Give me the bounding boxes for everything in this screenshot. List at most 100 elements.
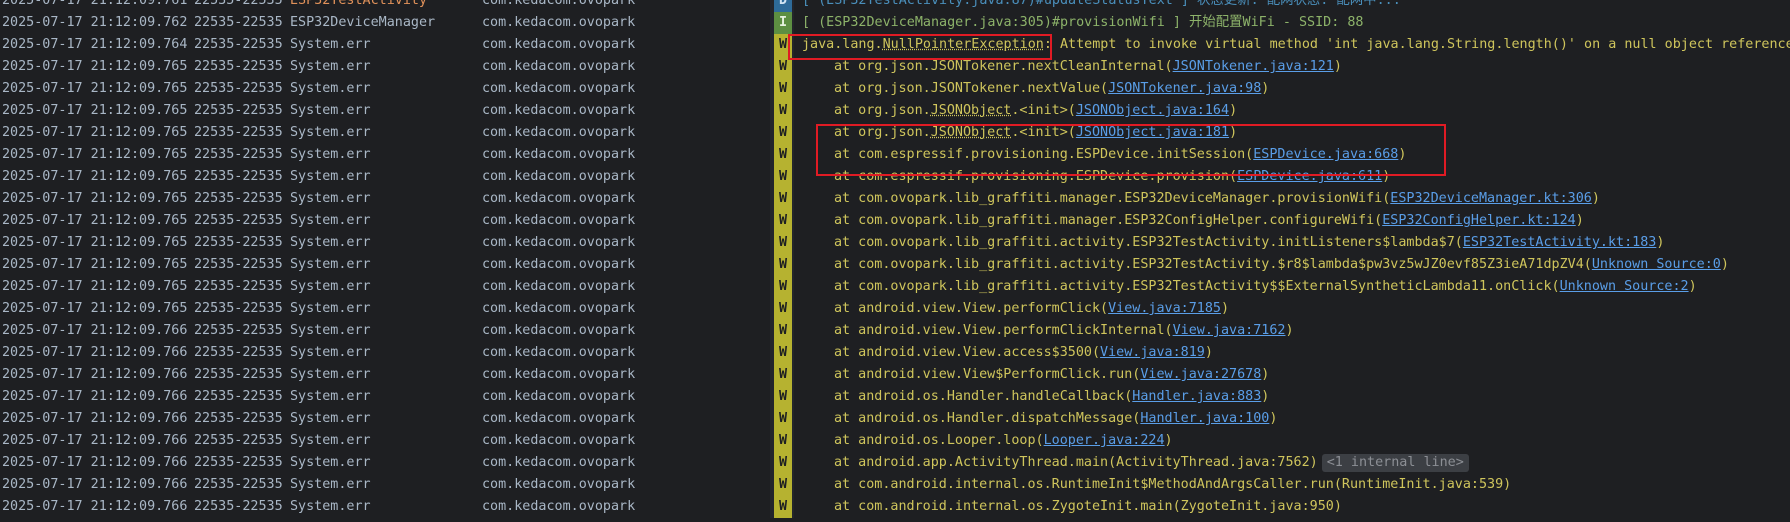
log-message: at org.json.JSONTokener.nextValue(JSONTo… [802, 78, 1269, 100]
message-text: at android.view.View$PerformClick.run( [834, 367, 1141, 382]
source-link[interactable]: JSONObject.java:164 [1076, 103, 1229, 118]
source-link[interactable]: Unknown Source:2 [1560, 279, 1689, 294]
log-package: com.kedacom.ovopark [482, 103, 636, 118]
message-text: ) [1720, 257, 1729, 272]
log-package: com.kedacom.ovopark [482, 81, 636, 96]
log-message: at com.ovopark.lib_graffiti.manager.ESP3… [802, 210, 1584, 232]
log-pid: 22535-22535 [194, 235, 283, 250]
log-row[interactable]: 2025-07-17 21:12:09.761 22535-22535 ESP32T… [0, 0, 1790, 12]
message-text: ) [1261, 367, 1270, 382]
log-message: at org.json.JSONObject.<init>(JSONObject… [802, 122, 1237, 144]
log-row[interactable]: 2025-07-17 21:12:09.765 22535-22535 System… [0, 232, 1790, 254]
log-row[interactable]: 2025-07-17 21:12:09.765 22535-22535 System… [0, 188, 1790, 210]
log-row[interactable]: 2025-07-17 21:12:09.765 22535-22535 System… [0, 122, 1790, 144]
log-level-badge: W [774, 144, 792, 166]
message-text: at android.os.Handler.handleCallback( [834, 389, 1133, 404]
log-level-badge: W [774, 254, 792, 276]
log-row[interactable]: 2025-07-17 21:12:09.762 22535-22535 ESP32D… [0, 12, 1790, 34]
log-row[interactable]: 2025-07-17 21:12:09.765 22535-22535 System… [0, 210, 1790, 232]
log-message: at android.os.Looper.loop(Looper.java:22… [802, 430, 1173, 452]
message-text: ) [1220, 301, 1230, 316]
source-link[interactable]: View.java:7185 [1108, 301, 1221, 316]
log-row[interactable]: 2025-07-17 21:12:09.766 22535-22535 System… [0, 408, 1790, 430]
log-message: at com.android.internal.os.RuntimeInit$M… [802, 474, 1511, 496]
log-message: java.lang.NullPointerException: Attempt … [802, 34, 1790, 56]
log-row[interactable]: 2025-07-17 21:12:09.766 22535-22535 System… [0, 342, 1790, 364]
log-pid: 22535-22535 [194, 499, 283, 514]
message-text: at org.json.JSONTokener.nextValue( [834, 81, 1109, 96]
source-link[interactable]: Handler.java:883 [1132, 389, 1261, 404]
message-text: ) [1382, 169, 1391, 184]
log-message: at android.app.ActivityThread.main(Activ… [802, 452, 1469, 474]
log-row[interactable]: 2025-07-17 21:12:09.765 22535-22535 System… [0, 298, 1790, 320]
log-level-badge: W [774, 210, 792, 232]
source-link[interactable]: JSONTokener.java:98 [1108, 81, 1261, 96]
source-link[interactable]: View.java:819 [1100, 345, 1205, 360]
log-package: com.kedacom.ovopark [482, 213, 636, 228]
log-row[interactable]: 2025-07-17 21:12:09.766 22535-22535 System… [0, 452, 1790, 474]
source-link[interactable]: ESPDevice.java:668 [1253, 147, 1398, 162]
log-pid: 22535-22535 [194, 15, 283, 30]
log-row[interactable]: 2025-07-17 21:12:09.764 22535-22535 System… [0, 34, 1790, 56]
log-timestamp: 2025-07-17 21:12:09.765 [2, 147, 188, 162]
message-text: at org.json. [834, 125, 931, 140]
log-timestamp: 2025-07-17 21:12:09.764 [2, 37, 188, 52]
source-link[interactable]: ESPDevice.java:611 [1237, 169, 1382, 184]
message-text: ) [1398, 147, 1407, 162]
log-tag: System.err [290, 59, 371, 74]
log-tag: System.err [290, 433, 371, 448]
log-package: com.kedacom.ovopark [482, 433, 636, 448]
source-link[interactable]: Looper.java:224 [1044, 433, 1165, 448]
log-row[interactable]: 2025-07-17 21:12:09.766 22535-22535 System… [0, 430, 1790, 452]
log-tag: ESP32DeviceManager [290, 15, 436, 30]
message-text: ) [1229, 103, 1238, 118]
log-row[interactable]: 2025-07-17 21:12:09.766 22535-22535 System… [0, 474, 1790, 496]
log-pid: 22535-22535 [194, 389, 283, 404]
collapsed-lines-pill[interactable]: <1 internal line> [1321, 454, 1469, 472]
log-row[interactable]: 2025-07-17 21:12:09.765 22535-22535 System… [0, 276, 1790, 298]
message-text: : Attempt to invoke virtual method 'int … [1043, 37, 1790, 52]
class-reference[interactable]: JSONObject [931, 125, 1012, 140]
log-row[interactable]: 2025-07-17 21:12:09.766 22535-22535 System… [0, 364, 1790, 386]
source-link[interactable]: View.java:7162 [1173, 323, 1286, 338]
log-tag: System.err [290, 125, 371, 140]
message-text: ) [1164, 433, 1173, 448]
log-timestamp: 2025-07-17 21:12:09.765 [2, 169, 188, 184]
class-reference[interactable]: JSONObject [931, 103, 1012, 118]
log-row[interactable]: 2025-07-17 21:12:09.765 22535-22535 System… [0, 254, 1790, 276]
message-text: at com.ovopark.lib_graffiti.activity.ESP… [834, 235, 1463, 250]
message-text: ) [1261, 81, 1270, 96]
source-link[interactable]: JSONObject.java:181 [1076, 125, 1229, 140]
log-timestamp: 2025-07-17 21:12:09.765 [2, 125, 188, 140]
message-text: ) [1575, 213, 1584, 228]
log-tag: System.err [290, 235, 371, 250]
log-tag: System.err [290, 345, 371, 360]
log-package: com.kedacom.ovopark [482, 301, 636, 316]
message-text: ) [1591, 191, 1600, 206]
log-pid: 22535-22535 [194, 477, 283, 492]
message-text: at org.json. [834, 103, 931, 118]
log-row[interactable]: 2025-07-17 21:12:09.766 22535-22535 System… [0, 386, 1790, 408]
log-row[interactable]: 2025-07-17 21:12:09.766 22535-22535 System… [0, 320, 1790, 342]
source-link[interactable]: ESP32ConfigHelper.kt:124 [1382, 213, 1575, 228]
source-link[interactable]: ESP32TestActivity.kt:183 [1463, 235, 1656, 250]
log-package: com.kedacom.ovopark [482, 367, 636, 382]
source-link[interactable]: Unknown Source:0 [1592, 257, 1721, 272]
log-timestamp: 2025-07-17 21:12:09.766 [2, 477, 188, 492]
message-text: at android.view.View.access$3500( [834, 345, 1101, 360]
log-row[interactable]: 2025-07-17 21:12:09.765 22535-22535 System… [0, 100, 1790, 122]
log-row[interactable]: 2025-07-17 21:12:09.765 22535-22535 System… [0, 56, 1790, 78]
log-timestamp: 2025-07-17 21:12:09.766 [2, 411, 188, 426]
source-link[interactable]: Handler.java:100 [1140, 411, 1269, 426]
log-row[interactable]: 2025-07-17 21:12:09.766 22535-22535 System… [0, 496, 1790, 518]
log-row[interactable]: 2025-07-17 21:12:09.765 22535-22535 System… [0, 78, 1790, 100]
log-row[interactable]: 2025-07-17 21:12:09.765 22535-22535 System… [0, 166, 1790, 188]
log-message: at android.os.Handler.handleCallback(Han… [802, 386, 1269, 408]
source-link[interactable]: View.java:27678 [1140, 367, 1261, 382]
log-row[interactable]: 2025-07-17 21:12:09.765 22535-22535 System… [0, 144, 1790, 166]
log-level-badge: W [774, 386, 792, 408]
log-package: com.kedacom.ovopark [482, 345, 636, 360]
class-reference[interactable]: NullPointerException [883, 37, 1044, 52]
source-link[interactable]: ESP32DeviceManager.kt:306 [1390, 191, 1592, 206]
source-link[interactable]: JSONTokener.java:121 [1173, 59, 1334, 74]
